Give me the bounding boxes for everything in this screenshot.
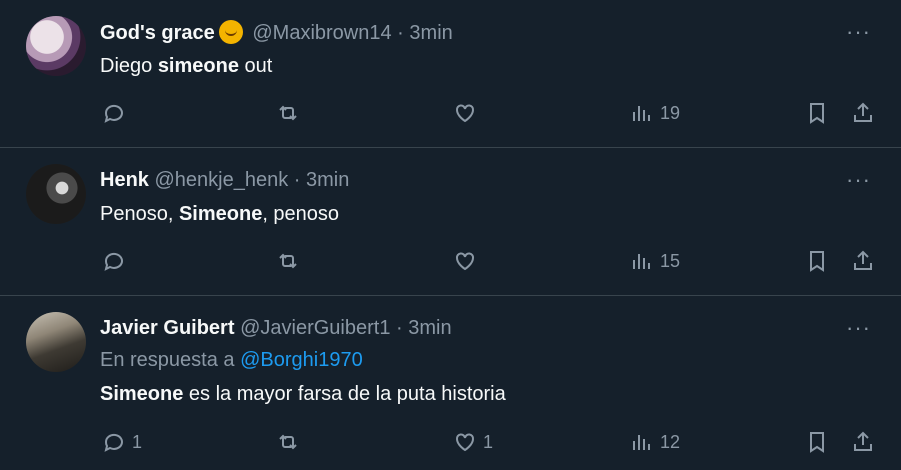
reply-icon [104, 104, 123, 123]
text-highlight: Simeone [100, 383, 184, 405]
separator: · [293, 169, 301, 191]
bookmark-icon [810, 432, 824, 453]
timestamp[interactable]: 3min [409, 22, 452, 44]
tweet-actions: 19 [100, 98, 880, 128]
views-chart-icon [633, 106, 650, 121]
share-icon [854, 102, 872, 122]
share-button[interactable] [851, 246, 875, 276]
views-count: 15 [660, 250, 681, 271]
heart-icon [456, 104, 474, 123]
display-name[interactable]: Henk [100, 169, 149, 191]
text-highlight: Simeone [178, 203, 263, 225]
handle[interactable]: @JavierGuibert1 [240, 317, 390, 339]
tweet[interactable]: Henk @henkje_henk · 3min ··· Penoso, Sim… [0, 148, 901, 296]
bookmark-icon [810, 251, 824, 272]
bookmark-button[interactable] [805, 427, 829, 457]
avatar[interactable] [26, 164, 86, 224]
tweet-actions: 1 1 12 [100, 427, 880, 457]
text-part: Penoso, [100, 203, 179, 225]
reply-icon [104, 252, 123, 271]
handle[interactable]: @Maxibrown14 [252, 22, 391, 44]
share-icon [854, 250, 872, 270]
handle[interactable]: @henkje_henk [154, 169, 288, 191]
views-button[interactable]: 12 [630, 427, 680, 457]
share-button[interactable] [851, 98, 875, 128]
reply-button[interactable] [102, 246, 132, 276]
retweet-button[interactable] [276, 427, 300, 457]
reply-count: 1 [132, 431, 143, 452]
separator: · [397, 22, 404, 44]
tweet-header: Henk @henkje_henk · 3min [100, 168, 349, 192]
reply-button[interactable]: 1 [102, 427, 142, 457]
heart-icon [456, 252, 474, 271]
bookmark-icon [810, 103, 824, 124]
tweet-actions: 15 [100, 246, 880, 276]
text-part: , penoso [262, 203, 340, 225]
retweet-button[interactable] [276, 98, 300, 128]
more-options-icon[interactable]: ··· [846, 169, 871, 191]
retweet-icon [279, 253, 297, 269]
tweet-text: Simeone es la mayor farsa de la puta his… [100, 382, 506, 406]
tweet-text: Penoso, Simeone, penoso [100, 202, 339, 226]
timestamp[interactable]: 3min [306, 169, 349, 191]
display-name[interactable]: God's grace [100, 22, 215, 44]
avatar[interactable] [26, 312, 86, 372]
tweet-header: God's grace @Maxibrown14 · 3min [100, 20, 453, 45]
bookmark-button[interactable] [805, 246, 829, 276]
like-button[interactable]: 1 [453, 427, 493, 457]
retweet-icon [279, 105, 297, 121]
views-button[interactable]: 19 [630, 98, 680, 128]
share-icon [854, 431, 872, 451]
views-button[interactable]: 15 [630, 246, 680, 276]
views-count: 19 [660, 102, 681, 123]
like-button[interactable] [453, 246, 483, 276]
like-button[interactable] [453, 98, 483, 128]
separator: · [396, 317, 403, 339]
reply-icon [104, 433, 123, 452]
views-count: 12 [660, 431, 681, 452]
views-chart-icon [633, 435, 650, 450]
more-options-icon[interactable]: ··· [846, 317, 871, 339]
reply-context: En respuesta a @Borghi1970 [100, 348, 363, 372]
text-part: Diego [100, 55, 158, 77]
hugging-face-emoji-icon [218, 20, 243, 44]
bookmark-button[interactable] [805, 98, 829, 128]
reply-button[interactable] [102, 98, 132, 128]
display-name[interactable]: Javier Guibert [100, 317, 235, 339]
retweet-button[interactable] [276, 246, 300, 276]
tweet-header: Javier Guibert @JavierGuibert1 · 3min [100, 316, 452, 340]
timestamp[interactable]: 3min [408, 317, 451, 339]
text-part: out [238, 55, 273, 77]
reply-prefix: En respuesta a [100, 349, 235, 371]
retweet-icon [279, 434, 297, 450]
avatar[interactable] [26, 16, 86, 76]
like-count: 1 [483, 431, 494, 452]
text-highlight: simeone [157, 55, 239, 77]
text-part: es la mayor farsa de la puta historia [183, 383, 506, 405]
tweet-text: Diego simeone out [100, 54, 272, 78]
heart-icon [456, 433, 474, 452]
more-options-icon[interactable]: ··· [846, 21, 871, 43]
views-chart-icon [633, 254, 650, 269]
reply-to-link[interactable]: @Borghi1970 [240, 349, 363, 371]
tweet[interactable]: God's grace @Maxibrown14 · 3min ··· Dieg… [0, 0, 901, 148]
reply-feed: God's grace @Maxibrown14 · 3min ··· Dieg… [0, 0, 901, 470]
share-button[interactable] [851, 427, 875, 457]
